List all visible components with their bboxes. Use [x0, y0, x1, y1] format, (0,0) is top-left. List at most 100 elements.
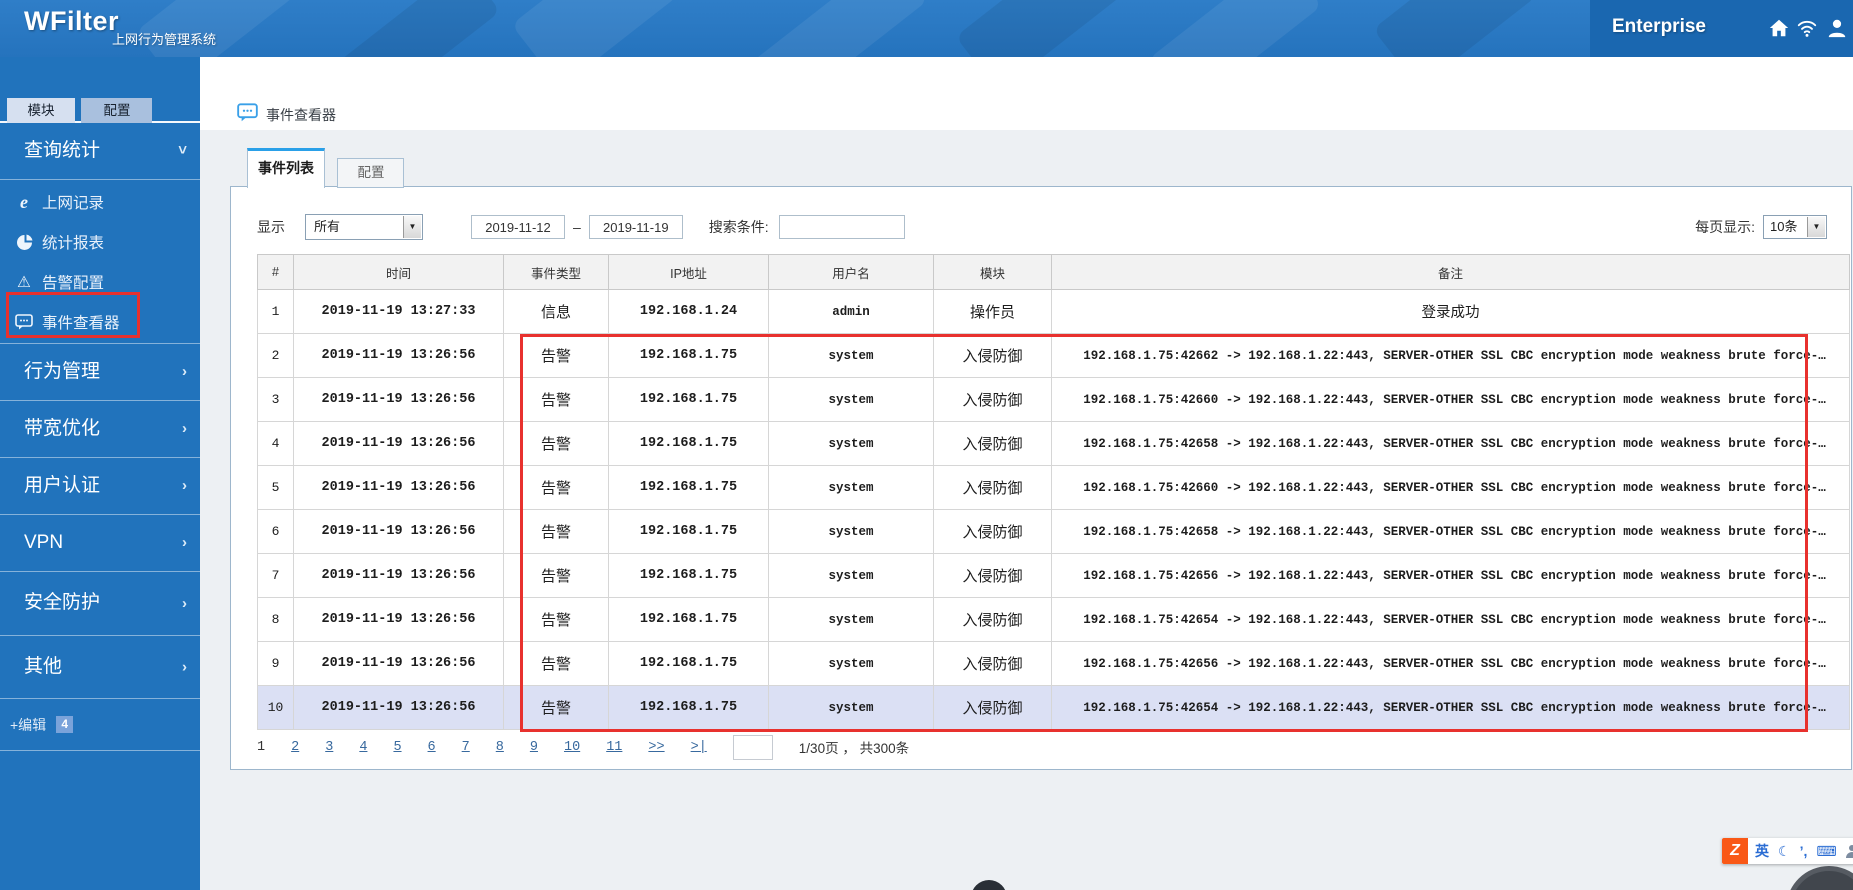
sidebar-section-other[interactable]: 其他 ›: [0, 636, 200, 699]
cell-ip: 192.168.1.24: [608, 289, 769, 334]
cell-ip: 192.168.1.75: [608, 509, 769, 554]
sidebar-section-label: 行为管理: [24, 361, 101, 382]
sidebar-tab-config[interactable]: 配置: [81, 98, 153, 123]
chevron-right-icon: ›: [182, 534, 187, 551]
table-row[interactable]: 5 2019-11-19 13:26:56 告警 192.168.1.75 system…: [257, 465, 1850, 510]
sidebar-tab-modules[interactable]: 模块: [7, 98, 75, 123]
cell-remark: 192.168.1.75:42658 -> 192.168.1.22:443, …: [1051, 421, 1850, 466]
table-row[interactable]: 7 2019-11-19 13:26:56 告警 192.168.1.75 system…: [257, 553, 1850, 598]
tab-event-list[interactable]: 事件列表: [247, 148, 325, 188]
pie-chart-icon: [13, 234, 35, 251]
column-header-6: 备注: [1051, 254, 1850, 290]
cell-time: 2019-11-19 13:26:56: [293, 509, 504, 554]
cell-ip: 192.168.1.75: [608, 465, 769, 510]
sidebar-edit-row: +编辑 4: [0, 699, 200, 751]
filter-row: 显示 所有 ▼ – 搜索条件: 每页显示:: [257, 213, 1827, 241]
chevron-right-icon: ›: [182, 594, 187, 612]
wifi-icon[interactable]: [1796, 17, 1818, 39]
page-link-8[interactable]: 8: [496, 740, 504, 755]
cell-module: 入侵防御: [933, 641, 1052, 686]
page-link-11[interactable]: 11: [606, 740, 622, 755]
sidebar-item-alert-config[interactable]: ⚠ 告警配置: [0, 262, 200, 302]
punctuation-toggle-icon[interactable]: ’,: [1800, 843, 1808, 859]
chevron-right-icon: ›: [182, 420, 187, 437]
cell-type: 告警: [503, 333, 609, 378]
per-page-select[interactable]: 10条 ▼: [1763, 215, 1827, 239]
sidebar-section-behavior[interactable]: 行为管理 ›: [0, 344, 200, 401]
page-jump-input[interactable]: [732, 734, 773, 760]
chevron-right-icon: ›: [182, 658, 187, 676]
sidebar-item-web-records[interactable]: e 上网记录: [0, 182, 200, 222]
table-row[interactable]: 9 2019-11-19 13:26:56 告警 192.168.1.75 system…: [257, 641, 1850, 686]
column-header-3: IP地址: [608, 254, 769, 290]
page-next-group[interactable]: >>: [648, 740, 664, 755]
table-body: 1 2019-11-19 13:27:33 信息 192.168.1.24 admin 操…: [257, 289, 1850, 730]
page-link-5[interactable]: 5: [393, 740, 401, 755]
cell-type: 告警: [503, 641, 609, 686]
cell-remark: 192.168.1.75:42656 -> 192.168.1.22:443, …: [1051, 641, 1850, 686]
app-logo: WFilter: [24, 6, 119, 36]
page-link-6[interactable]: 6: [428, 740, 436, 755]
table-row[interactable]: 6 2019-11-19 13:26:56 告警 192.168.1.75 system…: [257, 509, 1850, 554]
message-bubble-icon: [237, 103, 258, 122]
cell-time: 2019-11-19 13:26:56: [293, 685, 504, 730]
sidebar-section-query-stats[interactable]: 查询统计 ˅: [0, 123, 200, 180]
cell-time: 2019-11-19 13:26:56: [293, 465, 504, 510]
tab-config[interactable]: 配置: [337, 158, 405, 188]
sidebar-item-statistics-report[interactable]: 统计报表: [0, 222, 200, 262]
page-last[interactable]: >|: [691, 740, 707, 755]
cell-module: 入侵防御: [933, 333, 1052, 378]
sidebar-section-vpn[interactable]: VPN ›: [0, 515, 200, 572]
search-input[interactable]: [778, 215, 905, 239]
cell-module: 入侵防御: [933, 553, 1052, 598]
sidebar-section-bandwidth[interactable]: 带宽优化 ›: [0, 401, 200, 458]
moon-icon[interactable]: ☾: [1778, 843, 1791, 860]
cell-user: admin: [768, 289, 934, 334]
cell-time: 2019-11-19 13:26:56: [293, 421, 504, 466]
keyboard-icon[interactable]: ⌨: [1816, 843, 1836, 860]
cell-user: system: [768, 333, 934, 378]
cell-ip: 192.168.1.75: [608, 641, 769, 686]
sogou-logo-icon[interactable]: Z: [1722, 838, 1748, 864]
sidebar-item-label: 事件查看器: [42, 315, 120, 332]
sidebar-section-user-auth[interactable]: 用户认证 ›: [0, 458, 200, 515]
page-link-10[interactable]: 10: [564, 740, 580, 755]
cell-remark: 192.168.1.75:42660 -> 192.168.1.22:443, …: [1051, 377, 1850, 422]
ime-toolbar: Z 英 ☾ ’, ⌨: [1722, 838, 1853, 864]
cell-user: system: [768, 377, 934, 422]
user-icon[interactable]: [1826, 17, 1848, 39]
cell-time: 2019-11-19 13:27:33: [293, 289, 504, 334]
home-icon[interactable]: [1768, 17, 1790, 39]
cell-time: 2019-11-19 13:26:56: [293, 553, 504, 598]
page-link-9[interactable]: 9: [530, 740, 538, 755]
sidebar-item-event-viewer[interactable]: 事件查看器: [0, 302, 200, 342]
page-title: 事件查看器: [266, 107, 336, 123]
ime-language-toggle[interactable]: 英: [1755, 841, 1769, 861]
cell-module: 入侵防御: [933, 685, 1052, 730]
table-row[interactable]: 4 2019-11-19 13:26:56 告警 192.168.1.75 system…: [257, 421, 1850, 466]
page-link-2[interactable]: 2: [291, 740, 299, 755]
event-type-select[interactable]: 所有 ▼: [305, 214, 423, 240]
edit-button[interactable]: +编辑: [10, 715, 46, 735]
page-link-4[interactable]: 4: [359, 740, 367, 755]
dropdown-arrow-icon[interactable]: ▼: [403, 216, 421, 238]
per-page-label: 每页显示:: [1695, 219, 1755, 235]
dropdown-arrow-icon[interactable]: ▼: [1807, 217, 1825, 237]
date-to-input[interactable]: [588, 215, 683, 239]
page-link-3[interactable]: 3: [325, 740, 333, 755]
page-link-7[interactable]: 7: [462, 740, 470, 755]
sidebar-section-security[interactable]: 安全防护 ›: [0, 572, 200, 636]
date-from-input[interactable]: [471, 215, 565, 239]
column-header-0: #: [257, 254, 294, 290]
table-row[interactable]: 10 2019-11-19 13:26:56 告警 192.168.1.75 syste…: [257, 685, 1850, 730]
table-row[interactable]: 3 2019-11-19 13:26:56 告警 192.168.1.75 system…: [257, 377, 1850, 422]
table-row[interactable]: 8 2019-11-19 13:26:56 告警 192.168.1.75 system…: [257, 597, 1850, 642]
ime-user-icon[interactable]: [1845, 844, 1853, 858]
table-row[interactable]: 2 2019-11-19 13:26:56 告警 192.168.1.75 system…: [257, 333, 1850, 378]
alert-triangle-icon: ⚠: [17, 273, 31, 291]
cell-remark: 192.168.1.75:42660 -> 192.168.1.22:443, …: [1051, 465, 1850, 510]
cell-num: 3: [257, 377, 294, 422]
table-row[interactable]: 1 2019-11-19 13:27:33 信息 192.168.1.24 admin 操…: [257, 289, 1850, 334]
cell-user: system: [768, 641, 934, 686]
cell-type: 告警: [503, 421, 609, 466]
